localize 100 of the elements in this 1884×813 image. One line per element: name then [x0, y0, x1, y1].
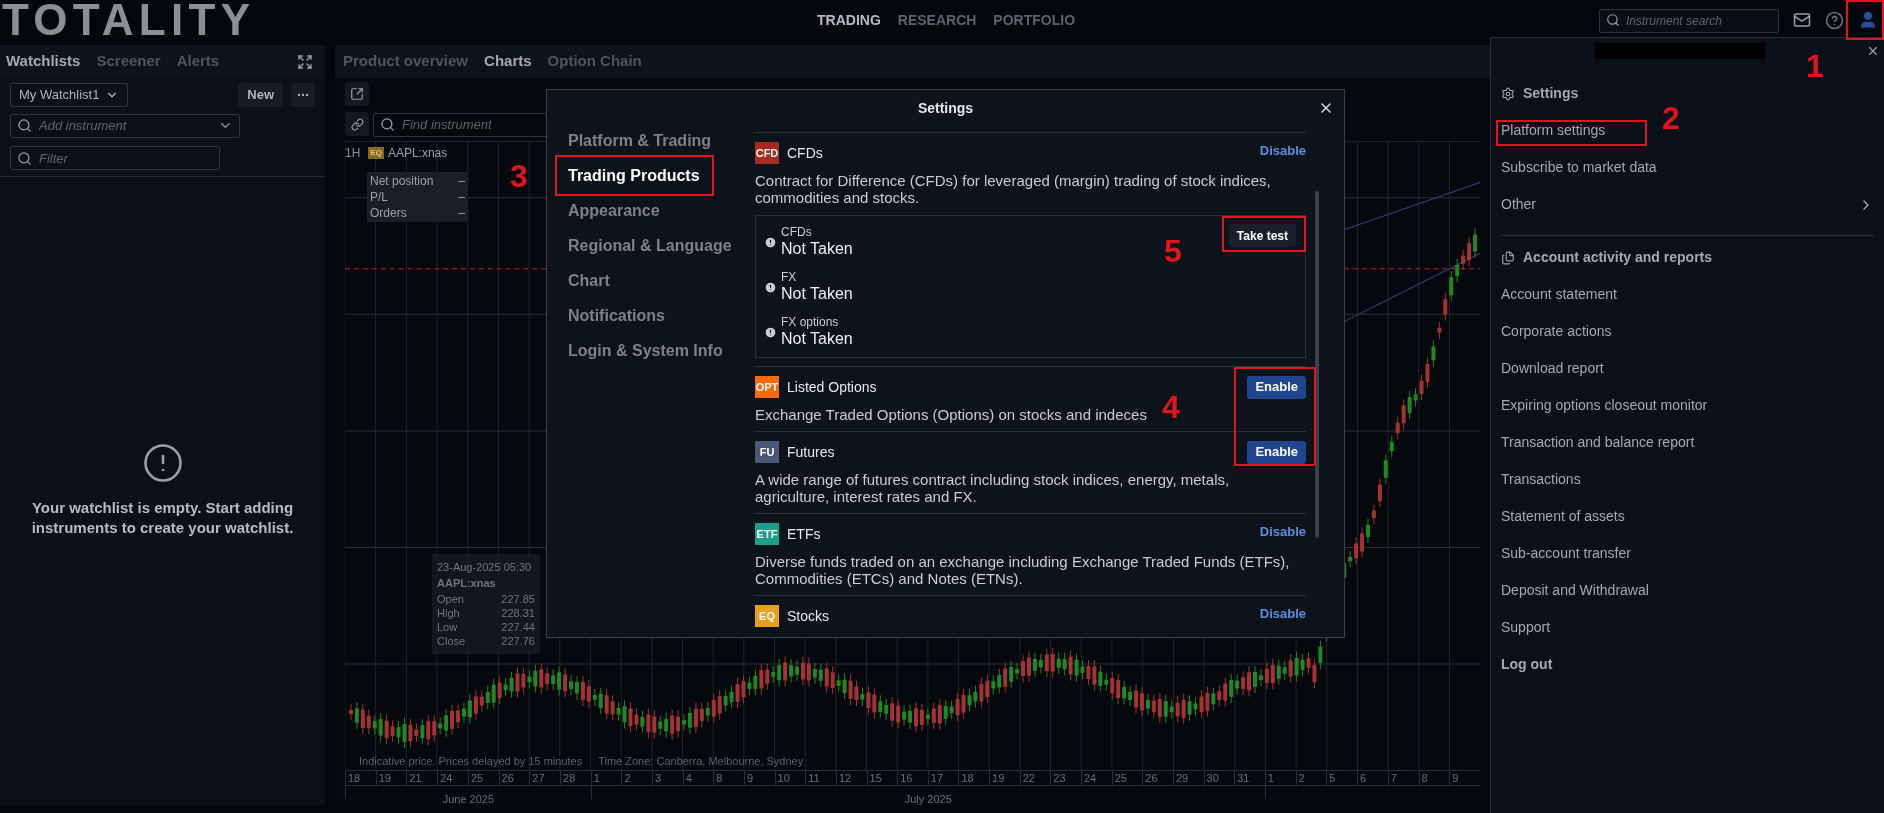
axis-day-label: 3 — [652, 771, 683, 785]
axis-day-label: 28 — [560, 771, 591, 785]
empty-watchlist-message: Your watchlist is empty. Start adding instruments to create your watchlist. — [30, 498, 295, 538]
axis-day-label: 1 — [1266, 771, 1275, 785]
position-value: – — [458, 188, 465, 205]
menu-item[interactable]: Corporate actions — [1501, 313, 1612, 350]
axis-day-label: 26 — [1142, 771, 1173, 785]
filter-field[interactable]: Filter — [10, 146, 220, 170]
settings-icon — [1501, 86, 1515, 101]
timezone-note: Time Zone: Canberra, Melbourne, Sydney — [598, 753, 804, 769]
axis-day-label: 27 — [529, 771, 561, 785]
settings-nav-item[interactable]: Login & System Info — [559, 333, 755, 368]
menu-item[interactable]: Expiring options closeout monitor — [1501, 387, 1708, 424]
axis-day-label: 2 — [621, 771, 653, 785]
test-status: Not Taken — [781, 329, 853, 349]
menu-item[interactable]: Subscribe to market data — [1501, 149, 1657, 186]
external-link-icon — [350, 87, 364, 101]
link-button[interactable] — [345, 112, 369, 137]
menu-item[interactable]: Statement of assets — [1501, 498, 1625, 535]
product-code-badge: FU — [755, 441, 779, 463]
link-icon — [350, 117, 364, 131]
menu-item[interactable]: Transactions — [1501, 461, 1581, 498]
menu-item[interactable]: Transaction and balance report — [1501, 424, 1695, 461]
scrollbar[interactable] — [1315, 191, 1319, 538]
help-icon[interactable] — [1825, 10, 1844, 30]
menu-item[interactable]: Download report — [1501, 350, 1604, 387]
product-name: CFDs — [787, 143, 823, 163]
user-icon[interactable] — [1858, 10, 1878, 30]
tooltip-label: Low — [437, 619, 458, 634]
position-label: Net position — [370, 172, 434, 189]
product-name: Futures — [787, 442, 835, 462]
alert-icon — [764, 281, 777, 294]
watchlist-dropdown[interactable]: My Watchlist1 — [10, 83, 129, 107]
menu-item[interactable]: Other — [1501, 186, 1874, 223]
product-name: ETFs — [787, 524, 821, 544]
test-name: FX — [781, 271, 798, 284]
axis-day-label: 23 — [1050, 771, 1081, 785]
expand-icon[interactable] — [297, 53, 313, 70]
panel-tab[interactable]: Charts — [484, 50, 532, 73]
search-icon — [17, 118, 32, 133]
axis-day-label: 8 — [713, 771, 744, 785]
settings-nav-item[interactable]: Appearance — [559, 193, 755, 228]
settings-nav-item[interactable]: Regional & Language — [559, 228, 755, 263]
mail-icon[interactable] — [1793, 11, 1811, 29]
log-out-button[interactable]: Log out — [1501, 646, 1874, 683]
annotation-number: 5 — [1164, 235, 1182, 267]
product-code-badge: CFD — [755, 142, 779, 164]
tooltip-value: 227.85 — [501, 591, 535, 606]
instrument-search-field[interactable]: Instrument search — [1599, 8, 1779, 33]
annotation-number: 2 — [1662, 102, 1680, 134]
axis-day-label: 12 — [835, 771, 867, 785]
settings-nav-item[interactable]: Trading Products — [559, 158, 755, 193]
disable-link[interactable]: Disable — [1259, 604, 1306, 624]
enable-button[interactable]: Enable — [1247, 375, 1306, 399]
annotation-number: 3 — [510, 160, 528, 192]
settings-nav-item[interactable]: Chart — [559, 263, 755, 298]
new-button[interactable]: New — [238, 83, 283, 107]
disable-link[interactable]: Disable — [1259, 141, 1306, 161]
menu-item[interactable]: Platform settings — [1501, 112, 1606, 149]
menu-item[interactable]: Support — [1501, 609, 1551, 646]
axis-day-label: 5 — [1326, 771, 1358, 785]
product-name: Stocks — [787, 606, 829, 626]
alert-icon — [764, 326, 777, 339]
axis-day-label: 19 — [989, 771, 1020, 785]
annotation-number: 4 — [1162, 391, 1180, 423]
search-icon — [1606, 12, 1620, 27]
position-value: – — [458, 172, 465, 189]
axis-day-label: 18 — [347, 771, 362, 785]
alert-icon — [141, 442, 184, 484]
add-instrument-field[interactable]: Add instrument — [10, 113, 240, 138]
settings-nav-item[interactable]: Notifications — [559, 298, 755, 333]
axis-day-label: 25 — [467, 771, 499, 785]
axis-day-label: 21 — [406, 771, 438, 785]
product-description: Contract for Difference (CFDs) for leveraged (margin) trading of stock indices, commodities and stocks. — [755, 172, 1272, 206]
menu-item[interactable]: Sub-account transfer — [1501, 535, 1631, 572]
axis-day-label: 26 — [498, 771, 530, 785]
axis-day-label: 15 — [866, 771, 898, 785]
alert-icon — [764, 236, 777, 249]
enable-button[interactable]: Enable — [1247, 440, 1306, 464]
disable-link[interactable]: Disable — [1259, 522, 1306, 542]
more-button[interactable] — [291, 83, 315, 107]
axis-day-label: 9 — [743, 771, 775, 785]
annotation-box — [1846, 0, 1884, 40]
menu-item[interactable]: Account statement — [1501, 276, 1617, 313]
price-footnote: Indicative price. Prices delayed by 15 minutes — [359, 753, 583, 769]
test-name: CFDs — [781, 226, 813, 239]
interval-label: 1H — [345, 144, 361, 162]
axis-day-label: 24 — [437, 771, 468, 785]
annotation-number: 1 — [1806, 50, 1824, 82]
take-test-button[interactable]: Take test — [1228, 224, 1296, 247]
axis-day-label: 30 — [1203, 771, 1235, 785]
axis-day-label: 18 — [958, 771, 990, 785]
nav-tab[interactable]: TRADING — [817, 9, 881, 31]
menu-item[interactable]: Deposit and Withdrawal — [1501, 572, 1649, 609]
popout-button[interactable] — [345, 82, 369, 106]
test-status: Not Taken — [781, 239, 853, 259]
axis-day-label: 19 — [375, 771, 407, 785]
close-icon[interactable] — [1866, 44, 1880, 58]
axis-day-label: 24 — [1081, 771, 1112, 785]
panel-tab[interactable]: Watchlists — [6, 50, 81, 73]
